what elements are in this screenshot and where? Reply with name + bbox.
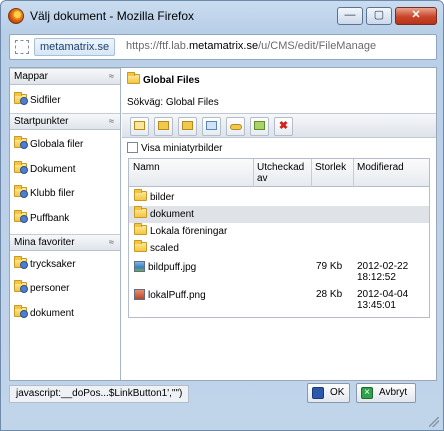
sidebar-item-dokument-favorite[interactable]: dokument	[14, 305, 74, 322]
file-manager: Mappar ≈ Sidfiler Startpunkter ≈ Globala…	[9, 67, 437, 381]
folder-row-lokala-foreningar[interactable]: Lokala föreningar	[129, 223, 429, 240]
section-header-mappar[interactable]: Mappar ≈	[10, 68, 120, 85]
folder-icon	[14, 161, 28, 174]
status-bar: javascript:__doPos...$LinkButton1',"") O…	[1, 381, 443, 431]
minimize-button[interactable]: —	[337, 7, 363, 25]
address-bar[interactable]: metamatrix.se https://ftf.lab.metamatrix…	[9, 34, 437, 60]
collapse-icon[interactable]: ≈	[109, 69, 114, 84]
folder-icon	[127, 72, 140, 84]
folder-icon	[14, 256, 28, 269]
sidebar-item-trycksaker[interactable]: trycksaker	[14, 256, 76, 273]
maximize-button[interactable]: ▢	[366, 7, 392, 25]
site-identity-badge[interactable]: metamatrix.se	[34, 38, 116, 56]
file-list-header: Namn Utcheckad av Storlek Modifierad	[129, 159, 429, 187]
folder-icon	[134, 223, 147, 235]
section-header-startpunkter[interactable]: Startpunkter ≈	[10, 113, 120, 130]
save-icon	[312, 387, 324, 399]
file-row-lokalpuff[interactable]: lokalPuff.png 28 Kb 2012-04-04 13:45:01	[129, 286, 429, 314]
copy-icon[interactable]	[178, 117, 197, 136]
column-checked-out[interactable]: Utcheckad av	[257, 162, 304, 184]
folder-row-scaled[interactable]: scaled	[129, 240, 429, 257]
collapse-icon[interactable]: ≈	[109, 114, 114, 129]
column-name[interactable]: Namn	[133, 162, 160, 173]
firefox-icon	[8, 8, 24, 24]
folder-row-bilder[interactable]: bilder	[129, 189, 429, 206]
sidebar-item-dokument[interactable]: Dokument	[14, 161, 76, 178]
jpg-file-icon	[134, 261, 145, 272]
browser-window: Välj dokument - Mozilla Firefox — ▢ ✕ me…	[0, 0, 444, 431]
ok-button[interactable]: OK	[307, 383, 350, 403]
png-file-icon	[134, 289, 145, 300]
file-toolbar: ✖	[122, 113, 436, 138]
sidebar-item-globala-filer[interactable]: Globala filer	[14, 136, 83, 153]
folder-icon	[14, 305, 28, 318]
column-modified[interactable]: Modifierad	[357, 162, 404, 173]
section-header-mina-favoriter[interactable]: Mina favoriter ≈	[10, 234, 120, 251]
folder-icon	[134, 240, 147, 252]
folder-icon	[134, 189, 147, 201]
cancel-icon: ×	[361, 387, 373, 399]
page-icon	[15, 40, 29, 54]
folder-icon	[14, 210, 28, 223]
file-row-bildpuff[interactable]: bildpuff.jpg 79 Kb 2012-02-22 18:12:52	[129, 258, 429, 286]
status-link-text: javascript:__doPos...$LinkButton1',"")	[9, 385, 190, 403]
url-text[interactable]: https://ftf.lab.metamatrix.se/u/CMS/edit…	[126, 40, 376, 52]
collapse-icon[interactable]: ≈	[109, 235, 114, 250]
edit-icon[interactable]	[250, 117, 269, 136]
current-path: Sökväg: Global Files	[127, 97, 219, 108]
sidebar-item-sidfiler[interactable]: Sidfiler	[14, 92, 61, 109]
folder-icon	[14, 92, 28, 105]
folder-icon	[14, 136, 28, 149]
close-button[interactable]: ✕	[395, 7, 437, 25]
resize-grip-icon[interactable]	[429, 417, 439, 427]
delete-icon[interactable]: ✖	[274, 117, 293, 136]
folder-icon	[14, 280, 28, 293]
column-size[interactable]: Storlek	[315, 162, 346, 173]
folder-icon	[134, 206, 147, 218]
key-icon[interactable]	[226, 117, 245, 136]
refresh-icon[interactable]	[202, 117, 221, 136]
sidebar-item-puffbank[interactable]: Puffbank	[14, 210, 69, 227]
cancel-button[interactable]: × Avbryt	[356, 383, 416, 403]
upload-icon[interactable]	[154, 117, 173, 136]
sidebar-item-personer[interactable]: personer	[14, 280, 69, 297]
file-browser: Global Files Sökväg: Global Files ✖ Visa…	[122, 68, 436, 380]
title-bar: Välj dokument - Mozilla Firefox — ▢ ✕	[1, 1, 443, 31]
folder-icon	[14, 185, 28, 198]
sidebar: Mappar ≈ Sidfiler Startpunkter ≈ Globala…	[10, 68, 121, 380]
folder-row-dokument[interactable]: dokument	[129, 206, 429, 223]
sidebar-item-klubb-filer[interactable]: Klubb filer	[14, 185, 74, 202]
window-title: Välj dokument - Mozilla Firefox	[30, 9, 195, 23]
show-thumbnails-checkbox[interactable]	[127, 142, 138, 153]
file-list: Namn Utcheckad av Storlek Modifierad bil…	[128, 158, 430, 318]
show-thumbnails-option[interactable]: Visa miniatyrbilder	[127, 142, 223, 154]
new-folder-icon[interactable]	[130, 117, 149, 136]
current-folder-title: Global Files	[127, 72, 200, 86]
